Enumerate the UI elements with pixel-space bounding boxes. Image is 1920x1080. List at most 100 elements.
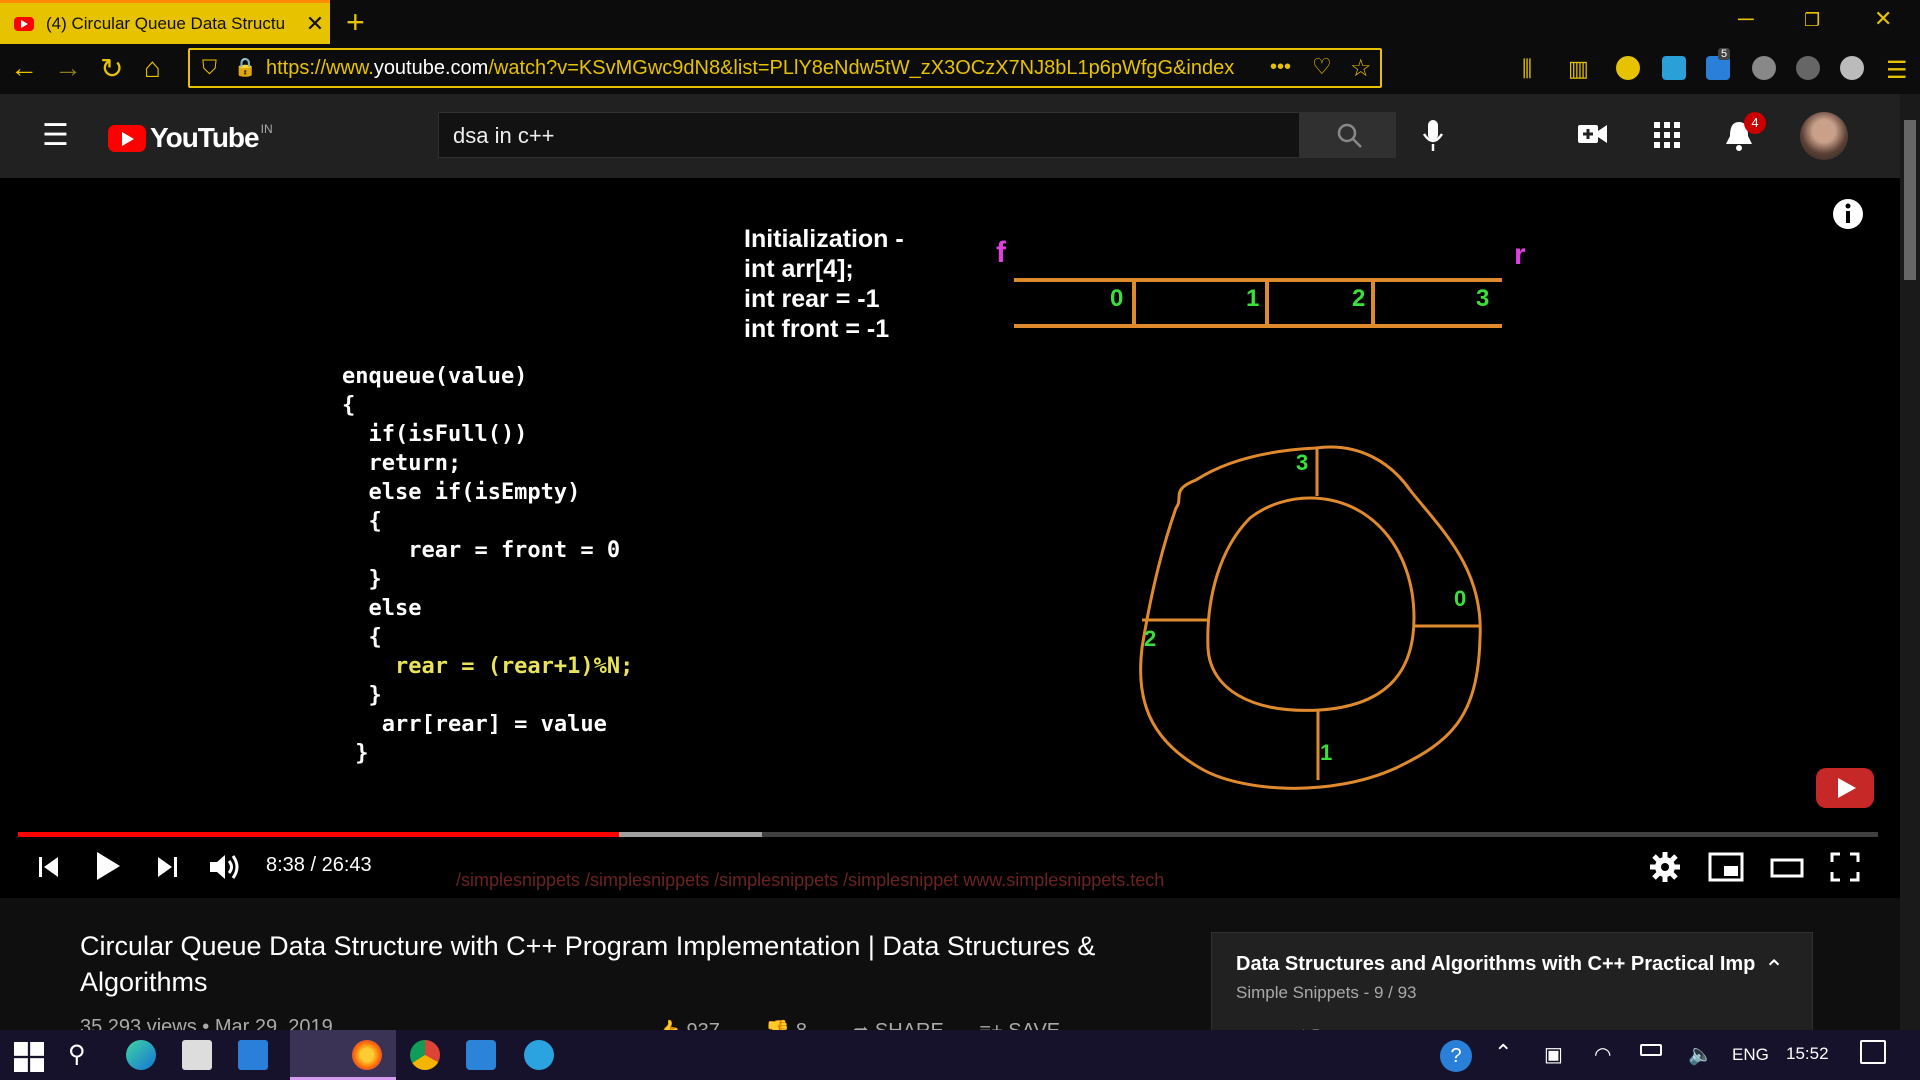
volume-icon[interactable] <box>208 852 242 882</box>
extension-p-icon[interactable] <box>1616 56 1640 80</box>
meet-now-icon[interactable]: ▣ <box>1544 1042 1563 1067</box>
video-title: Circular Queue Data Structure with C++ P… <box>80 931 1096 997</box>
code-line-highlight: rear = (rear+1)%N; <box>342 654 634 679</box>
chrome-icon[interactable] <box>410 1040 440 1070</box>
code-line: { <box>342 393 356 418</box>
browser-tab[interactable]: (4) Circular Queue Data Structu ✕ <box>0 0 330 44</box>
code-line: } <box>342 683 382 708</box>
progress-played <box>18 832 619 837</box>
reader-sidebar-icon[interactable]: ▥ <box>1568 56 1589 82</box>
notification-count-badge: 4 <box>1744 112 1766 134</box>
code-line: arr[rear] = value <box>342 712 607 737</box>
play-icon[interactable] <box>94 850 122 882</box>
array-index: 0 <box>1110 285 1123 312</box>
close-tab-icon[interactable]: ✕ <box>300 11 330 37</box>
search-button[interactable] <box>1300 112 1396 158</box>
address-bar[interactable]: ⛉ 🔒 https://www.youtube.com/watch?v=KSvM… <box>188 48 1382 88</box>
info-icon[interactable] <box>1830 196 1866 232</box>
hamburger-icon[interactable]: ☰ <box>42 118 69 153</box>
code-line: } <box>342 567 382 592</box>
array-index: 3 <box>1476 285 1489 312</box>
youtube-watermark-icon[interactable] <box>1816 768 1874 808</box>
browser-navbar: ← → ↻ ⌂ ⛉ 🔒 https://www.youtube.com/watc… <box>0 44 1920 94</box>
wifi-icon[interactable]: ◠ <box>1594 1042 1611 1067</box>
code-line: else <box>342 596 422 621</box>
social-links-watermark: /simplesnippets /simplesnippets /simples… <box>456 870 1165 890</box>
speaker-icon[interactable]: 🔈 <box>1688 1042 1713 1067</box>
time-display: 8:38 / 26:43 <box>266 854 372 876</box>
region-code: IN <box>260 122 273 136</box>
clock[interactable]: 15:52 <box>1786 1044 1829 1064</box>
back-icon[interactable]: ← <box>10 52 38 84</box>
mail-icon[interactable] <box>238 1040 268 1070</box>
playlist-subtitle: Simple Snippets - 9 / 93 <box>1236 983 1417 1002</box>
code-line: } <box>342 741 369 766</box>
url-rest: /watch?v=KSvMGwc9dN8&list=PLlY8eNdw5tW_z… <box>488 56 1235 79</box>
queue-diagram: 0 1 2 3 f r 3 0 1 2 <box>996 236 1526 790</box>
code-line: if(isFull()) <box>342 422 528 447</box>
reload-icon[interactable]: ↻ <box>100 52 123 85</box>
tray-chevron-icon[interactable]: ⌃ <box>1494 1040 1512 1066</box>
ring-index: 2 <box>1144 626 1156 651</box>
rear-pointer-label: r <box>1514 238 1526 271</box>
windows-start-icon[interactable] <box>14 1042 44 1072</box>
help-icon[interactable]: ? <box>1440 1040 1472 1072</box>
playlist-title[interactable]: Data Structures and Algorithms with C++ … <box>1236 953 1756 976</box>
language-indicator[interactable]: ENG <box>1732 1045 1769 1065</box>
youtube-logo[interactable]: YouTube IN <box>108 122 273 154</box>
array-index: 2 <box>1352 285 1365 312</box>
apps-grid-icon[interactable] <box>1654 122 1680 148</box>
minimize-icon[interactable]: ─ <box>1738 6 1754 32</box>
miniplayer-icon[interactable] <box>1708 852 1744 882</box>
menu-icon[interactable]: ☰ <box>1886 56 1908 85</box>
front-pointer-label: f <box>996 236 1007 269</box>
new-tab-icon[interactable]: + <box>346 4 365 41</box>
progress-bar[interactable] <box>18 832 1878 837</box>
theater-mode-icon[interactable] <box>1770 858 1804 878</box>
extension-translate-icon[interactable] <box>1662 56 1686 80</box>
avatar[interactable] <box>1800 112 1848 160</box>
firefox-icon[interactable] <box>352 1040 382 1070</box>
store-icon[interactable] <box>182 1040 212 1070</box>
home-icon[interactable]: ⌂ <box>144 52 161 84</box>
ring-inner <box>1206 496 1416 712</box>
restore-icon[interactable]: ❐ <box>1804 10 1820 31</box>
code-line: { <box>342 509 382 534</box>
library-icon[interactable]: ⫼ <box>1522 56 1532 82</box>
close-window-icon[interactable]: ✕ <box>1874 6 1892 32</box>
tab-title: (4) Circular Queue Data Structu <box>46 13 286 33</box>
next-icon[interactable] <box>154 854 180 880</box>
ring-index: 1 <box>1320 740 1332 765</box>
action-center-icon[interactable] <box>1860 1040 1886 1064</box>
vscode-icon[interactable] <box>466 1040 496 1070</box>
pocket-icon[interactable]: ♡ <box>1312 54 1332 80</box>
video-player[interactable]: Initialization - int arr[4]; int rear = … <box>0 178 1900 898</box>
windows-taskbar: ⚲ ? ⌃ ▣ ◠ 🔈 ENG 15:52 <box>0 1030 1920 1080</box>
microphone-icon[interactable] <box>1420 118 1446 154</box>
battery-icon[interactable] <box>1640 1044 1662 1056</box>
lock-icon: 🔒 <box>234 57 257 77</box>
fullscreen-icon[interactable] <box>1830 852 1860 882</box>
create-video-icon[interactable] <box>1578 122 1608 146</box>
previous-icon[interactable] <box>36 854 62 880</box>
code-line: else if(isEmpty) <box>342 480 581 505</box>
page-scrollbar[interactable] <box>1900 94 1920 1030</box>
telegram-icon[interactable] <box>524 1040 554 1070</box>
forward-icon[interactable]: → <box>54 52 82 84</box>
extension-shield-icon[interactable] <box>1752 56 1776 80</box>
code-line: { <box>342 625 382 650</box>
scrollbar-thumb[interactable] <box>1904 120 1916 280</box>
more-actions-icon[interactable]: ••• <box>1270 56 1291 79</box>
search-input[interactable]: dsa in c++ <box>438 112 1300 158</box>
search-taskbar-icon[interactable]: ⚲ <box>68 1040 98 1070</box>
array-index: 1 <box>1246 285 1259 312</box>
shield-icon[interactable]: ⛉ <box>202 57 217 80</box>
extension-circle-icon[interactable] <box>1796 56 1820 80</box>
settings-gear-icon[interactable] <box>1650 852 1680 882</box>
ring-index: 3 <box>1296 450 1308 475</box>
extension-globe-icon[interactable] <box>1840 56 1864 80</box>
youtube-logo-word: YouTube <box>150 122 260 153</box>
edge-icon[interactable] <box>126 1040 156 1070</box>
bookmark-star-icon[interactable]: ☆ <box>1350 54 1372 83</box>
collapse-chevron-icon[interactable]: ⌃ <box>1764 955 1784 984</box>
